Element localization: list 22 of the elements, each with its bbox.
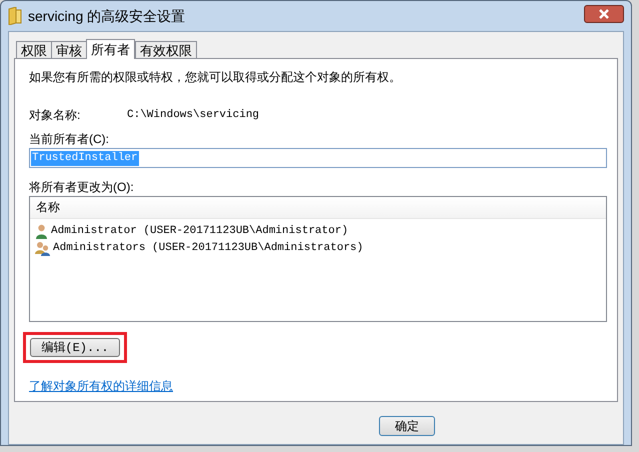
- close-icon: [598, 9, 610, 19]
- edit-button[interactable]: 编辑(E)...: [30, 338, 120, 357]
- ok-button[interactable]: 确定: [379, 416, 435, 436]
- change-owner-label: 将所有者更改为(O):: [29, 179, 135, 194]
- tab[interactable]: 有效权限: [135, 41, 197, 58]
- ownership-info-link[interactable]: 了解对象所有权的详细信息: [29, 379, 173, 393]
- object-name-value: C:\Windows\servicing: [127, 108, 260, 123]
- column-header[interactable]: 名称: [30, 198, 606, 218]
- tab[interactable]: 权限: [16, 41, 52, 58]
- description-text: 如果您有所需的权限或特权，您就可以取得或分配这个对象的所有权。: [29, 69, 402, 86]
- users-icon: [34, 241, 51, 256]
- close-button[interactable]: [584, 5, 624, 23]
- owner-list-item[interactable]: Administrators (USER-20171123UB\Administrators): [53, 240, 364, 257]
- tab[interactable]: 审核: [51, 41, 87, 58]
- current-owner-label: 当前所有者(C):: [29, 131, 110, 146]
- object-name-label: 对象名称:: [29, 107, 82, 124]
- window-title: servicing 的高级安全设置: [28, 6, 186, 26]
- owner-value: TrustedInstaller: [31, 150, 139, 166]
- owner-list-item[interactable]: Administrator (USER-20171123UB\Administrator): [51, 223, 348, 240]
- user-icon: [34, 224, 49, 239]
- tab[interactable]: 所有者: [86, 39, 135, 59]
- folder-icon: [8, 7, 22, 25]
